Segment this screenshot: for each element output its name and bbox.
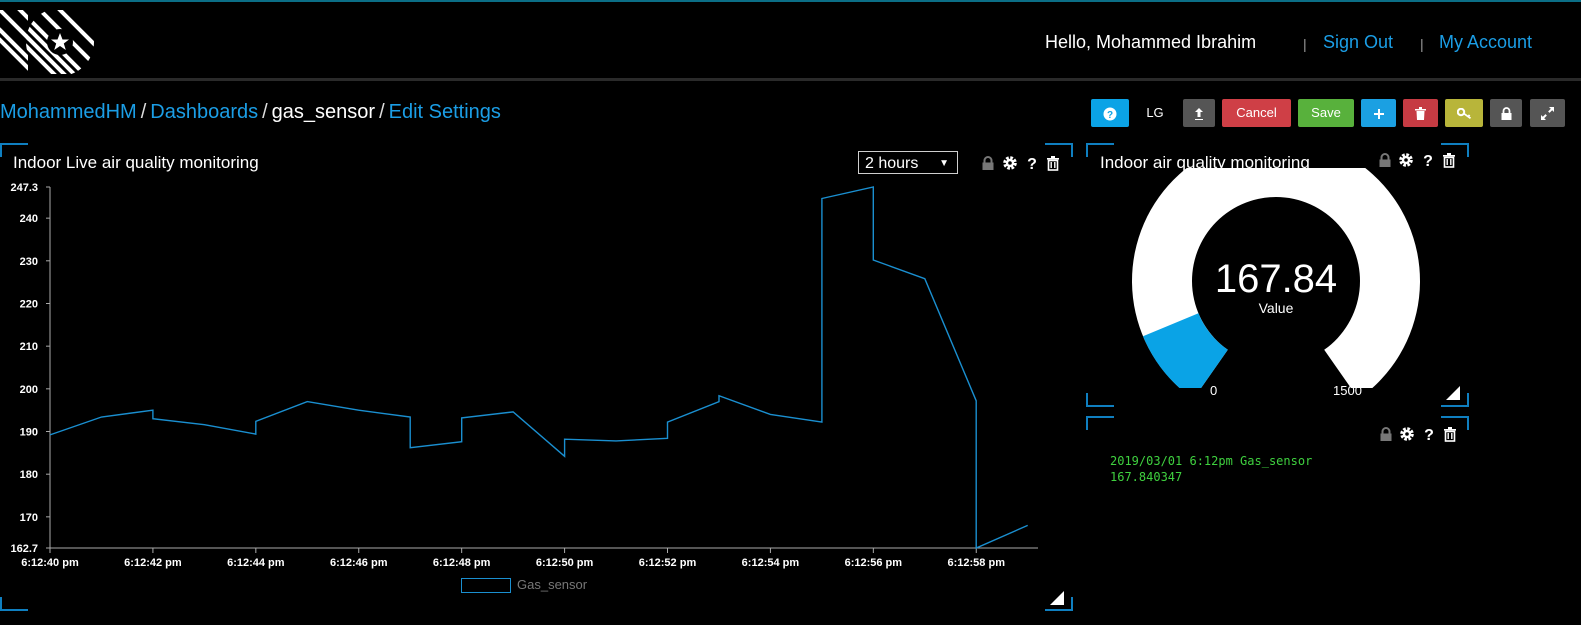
question-icon[interactable]: ? (1420, 152, 1436, 168)
x-tick-label: 6:12:50 pm (536, 557, 594, 569)
sign-out-link[interactable]: Sign Out (1323, 32, 1393, 53)
plus-icon (1373, 108, 1384, 119)
y-tick-label: 240 (20, 213, 38, 225)
breadcrumb-dashboards[interactable]: Dashboards (150, 101, 258, 123)
x-tick-label: 6:12:52 pm (639, 557, 697, 569)
svg-text:?: ? (1107, 110, 1113, 121)
breadcrumb-user[interactable]: MohammedHM (0, 101, 137, 123)
y-tick-label: 190 (20, 427, 38, 439)
breadcrumb-current: gas_sensor (271, 101, 376, 123)
lg-button[interactable]: LG (1135, 99, 1175, 127)
panel-corner (1086, 416, 1114, 430)
gear-icon[interactable] (1398, 152, 1414, 168)
expand-button[interactable] (1530, 99, 1565, 127)
breadcrumb-slash: / (379, 101, 385, 123)
x-tick-label: 6:12:46 pm (330, 557, 388, 569)
gear-icon[interactable] (1002, 155, 1018, 171)
y-tick-label: 247.3 (10, 182, 38, 194)
breadcrumb: MohammedHM / Dashboards / gas_sensor / Edit Se… (0, 101, 501, 124)
lock-icon (1501, 107, 1511, 121)
time-range-select[interactable]: 2 hours ▼ (858, 151, 958, 174)
y-tick-label: 162.7 (10, 543, 38, 555)
y-tick-label: 170 (20, 512, 38, 524)
save-button[interactable]: Save (1298, 99, 1354, 127)
svg-text:?: ? (1423, 153, 1433, 168)
legend-swatch (461, 578, 511, 593)
trash-icon[interactable] (1441, 152, 1457, 168)
y-tick-label: 230 (20, 256, 38, 268)
x-tick-label: 6:12:44 pm (227, 557, 285, 569)
x-tick-label: 6:12:48 pm (433, 557, 491, 569)
lock-icon[interactable] (1377, 152, 1393, 168)
question-icon[interactable]: ? (1024, 155, 1040, 171)
log-line: 167.840347 (1110, 470, 1183, 484)
time-range-value: 2 hours (865, 155, 919, 172)
resize-handle-icon[interactable] (1050, 591, 1064, 605)
breadcrumb-edit-settings[interactable]: Edit Settings (389, 101, 501, 123)
share-icon (1195, 107, 1203, 120)
trash-icon[interactable] (1442, 426, 1458, 442)
gauge-value: 167.84 (1214, 257, 1338, 301)
my-account-link[interactable]: My Account (1439, 32, 1532, 53)
x-tick-label: 6:12:54 pm (742, 557, 800, 569)
gauge-max-label: 1500 (1333, 383, 1362, 398)
series-line-gas-sensor (49, 186, 1028, 550)
x-tick-label: 6:12:40 pm (21, 557, 79, 569)
y-tick-label: 180 (20, 469, 38, 481)
lock-icon[interactable] (1378, 426, 1394, 442)
panel-corner (1086, 393, 1114, 407)
y-tick-label: 210 (20, 341, 38, 353)
x-tick-label: 6:12:56 pm (845, 557, 903, 569)
header-separator: | (1303, 36, 1307, 52)
question-icon[interactable]: ? (1421, 426, 1437, 442)
gauge-value-label: Value (1258, 300, 1294, 316)
help-button[interactable]: ? (1091, 99, 1129, 127)
svg-text:?: ? (1027, 156, 1037, 171)
greeting-text: Hello, Mohammed Ibrahim (1045, 32, 1257, 52)
lock-icon[interactable] (980, 155, 996, 171)
breadcrumb-slash: / (140, 101, 147, 123)
logo (0, 10, 94, 74)
trash-icon (1415, 107, 1426, 121)
gear-icon[interactable] (1399, 426, 1415, 442)
lock-button[interactable] (1490, 99, 1522, 127)
x-tick-label: 6:12:42 pm (124, 557, 182, 569)
legend-label: Gas_sensor (517, 577, 588, 592)
trash-icon[interactable] (1045, 155, 1061, 171)
cancel-button[interactable]: Cancel (1222, 99, 1291, 127)
x-tick-label: 6:12:58 pm (948, 557, 1006, 569)
svg-text:?: ? (1424, 427, 1434, 442)
add-button[interactable] (1361, 99, 1396, 127)
gauge-min-label: 0 (1210, 383, 1218, 398)
line-panel-title: Indoor Live air quality monitoring (13, 153, 259, 172)
header-divider (0, 78, 1581, 81)
y-tick-label: 220 (20, 298, 38, 310)
share-button[interactable] (1183, 99, 1215, 127)
y-tick-label: 200 (20, 384, 38, 396)
key-button[interactable] (1445, 99, 1483, 127)
expand-icon (1541, 107, 1554, 121)
header: Hello, Mohammed Ibrahim | Sign Out | My … (0, 2, 1581, 78)
header-separator: | (1420, 36, 1424, 52)
panel-corner (0, 597, 28, 611)
dropdown-arrow-icon: ▼ (939, 158, 949, 169)
log-line: 2019/03/01 6:12pm Gas_sensor (1110, 454, 1313, 468)
breadcrumb-slash: / (262, 101, 268, 123)
log-output: 2019/03/01 6:12pm Gas_sensor 167.840347 (1110, 453, 1312, 485)
question-icon: ? (1103, 107, 1117, 121)
line-chart: 247.3 240 230 220 210 200 190 180 170 162.7 6:12:4… (10, 182, 1038, 569)
delete-button[interactable] (1403, 99, 1438, 127)
resize-handle-icon[interactable] (1446, 386, 1460, 400)
key-icon (1456, 107, 1471, 119)
